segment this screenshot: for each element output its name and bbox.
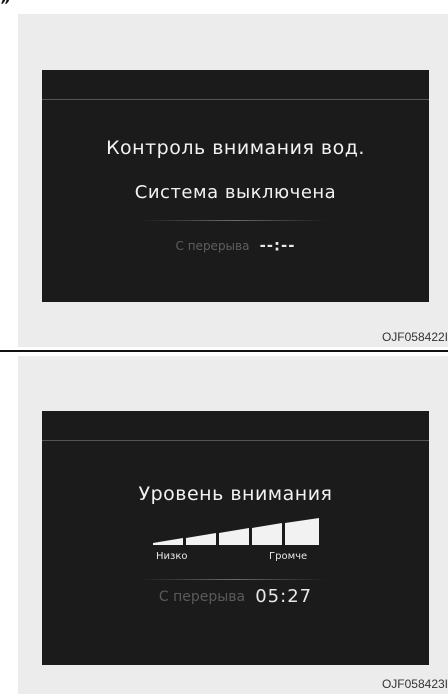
display-divider	[140, 579, 328, 580]
header-quote-mark: ”	[0, 0, 11, 14]
panel-separator	[0, 350, 448, 352]
time-since-break-row: С перерыва --:--	[42, 235, 429, 255]
level-segment-5	[285, 518, 319, 545]
figure-code: OJF058422I	[381, 330, 448, 344]
level-high-label: Громче	[269, 551, 308, 562]
level-low-label: Низко	[156, 551, 188, 562]
figure-code: OJF058423I	[381, 677, 448, 691]
panel-attention-level: Уровень внимания Низко Громче С перерыва…	[18, 356, 448, 694]
cluster-display: Контроль внимания вод. Система выключена…	[42, 70, 429, 302]
display-title: Уровень внимания	[138, 483, 333, 505]
system-status-text: Система выключена	[134, 182, 337, 203]
time-since-break-value: 05:27	[255, 586, 313, 607]
display-title: Контроль внимания вод.	[106, 137, 365, 159]
display-top-bar	[42, 70, 429, 100]
time-since-break-label: С перерыва	[175, 238, 250, 253]
level-segment-2	[186, 533, 216, 545]
time-since-break-value: --:--	[259, 236, 296, 255]
level-segment-3	[219, 528, 249, 545]
level-segment-1	[153, 538, 183, 545]
attention-level-bar	[153, 518, 319, 545]
time-since-break-row: С перерыва 05:27	[42, 586, 429, 607]
time-since-break-label: С перерыва	[158, 588, 246, 605]
display-top-bar	[42, 411, 429, 441]
cluster-display: Уровень внимания Низко Громче С перерыва…	[42, 411, 429, 665]
level-segment-4	[252, 523, 282, 545]
panel-driver-attention-off: Контроль внимания вод. Система выключена…	[18, 14, 448, 347]
display-divider	[141, 220, 328, 221]
